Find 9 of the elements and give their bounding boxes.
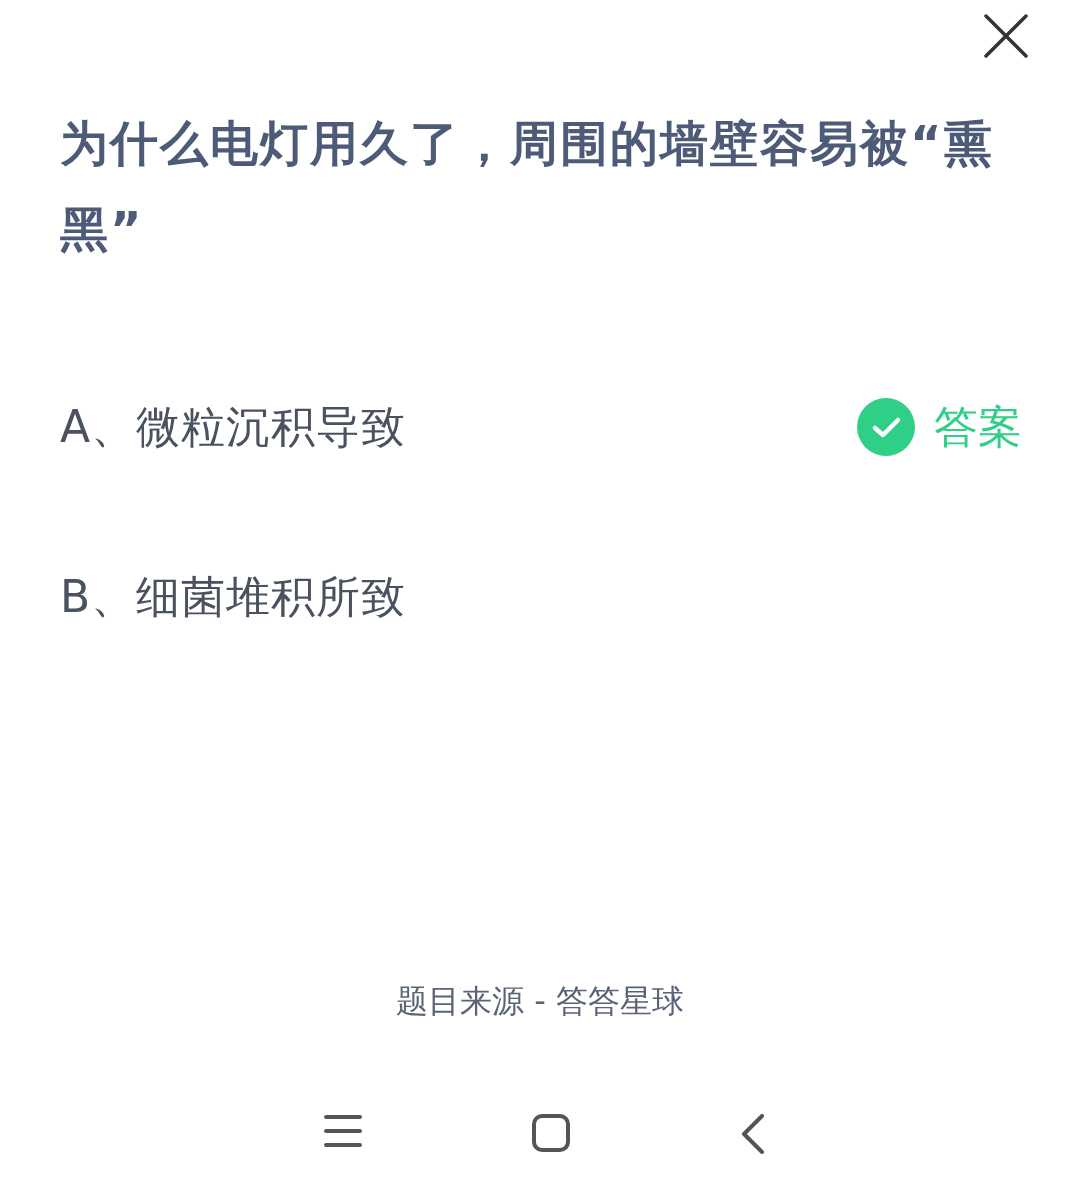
option-text[interactable]: A、微粒沉积导致 (60, 397, 407, 457)
source-text: 题目来源 - 答答星球 (396, 982, 684, 1020)
option-text[interactable]: B、细菌堆积所致 (60, 567, 407, 627)
back-icon[interactable] (740, 1114, 766, 1154)
question-title: 为什么电灯用久了，周围的墙壁容易被“熏黑” (60, 114, 995, 259)
menu-icon[interactable] (324, 1114, 362, 1148)
home-icon[interactable] (532, 1114, 570, 1152)
close-icon[interactable] (984, 14, 1028, 58)
answer-label: 答案 (934, 399, 1022, 454)
